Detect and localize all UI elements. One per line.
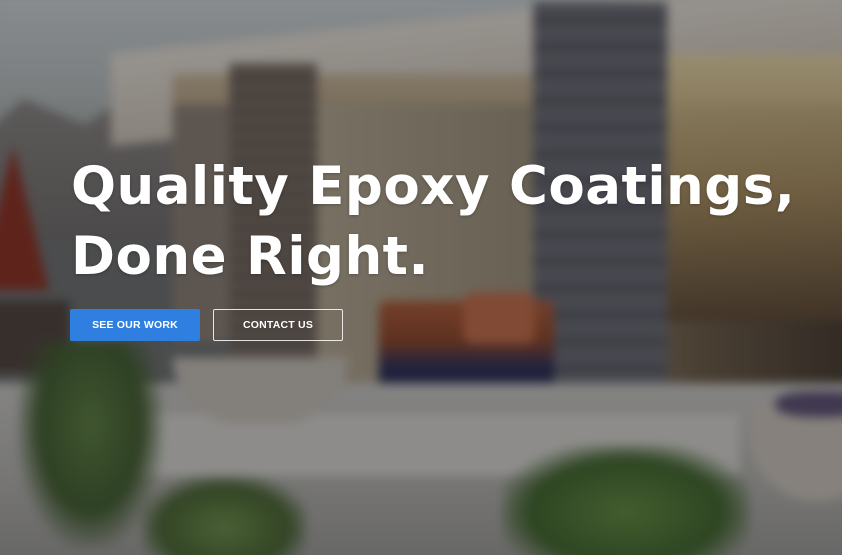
hero-section: Quality Epoxy Coatings, Done Right. SEE … bbox=[0, 0, 842, 555]
hero-button-group: SEE OUR WORK CONTACT US bbox=[70, 309, 343, 341]
hero-headline-line1: Quality Epoxy Coatings, bbox=[71, 156, 796, 217]
hero-content: Quality Epoxy Coatings, Done Right. bbox=[71, 152, 831, 292]
contact-us-button[interactable]: CONTACT US bbox=[213, 309, 343, 341]
hero-headline-line2: Done Right. bbox=[71, 226, 430, 287]
see-our-work-button[interactable]: SEE OUR WORK bbox=[70, 309, 200, 341]
hero-headline: Quality Epoxy Coatings, Done Right. bbox=[71, 152, 831, 292]
